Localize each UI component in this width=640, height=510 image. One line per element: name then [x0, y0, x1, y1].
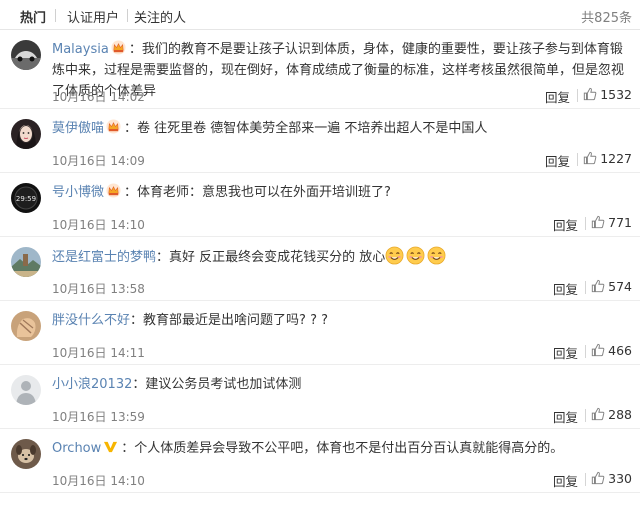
comment-text: 教育部最近是出啥问题了吗? ? ?: [143, 313, 328, 328]
action-divider: [585, 345, 586, 358]
comment-body: 小小浪20132：建议公务员考试也加试体测: [52, 374, 626, 395]
tab-divider: [55, 9, 56, 22]
like-count: 330: [608, 471, 632, 486]
smile-emoji-icon: [406, 246, 425, 265]
comment-text: 建议公务员考试也加试体测: [145, 377, 302, 392]
comment-timestamp: 10月16日 14:02: [52, 90, 145, 104]
thumbs-up-icon: [591, 471, 608, 486]
thumbs-up-icon: [583, 87, 600, 102]
comment-list: Malaysia ：我们的教育不是要让孩子认识到体质，身体，健康的重要性，要让孩子…: [0, 30, 640, 493]
comment-row: 29:59 号小博微 ：体育老师：意思我也可以在外面开培训班了? 10月16日 14:…: [0, 173, 640, 237]
reply-button[interactable]: 回复: [545, 87, 570, 106]
tab-following[interactable]: 关注的人: [134, 7, 186, 26]
like-count: 1227: [600, 151, 632, 166]
tab-hot[interactable]: 热门: [20, 7, 46, 26]
action-divider: [585, 409, 586, 422]
comment-total-count: 共825条: [581, 11, 632, 26]
username-link[interactable]: 号小博微: [52, 185, 104, 200]
username-link[interactable]: Malaysia: [52, 42, 109, 57]
like-button[interactable]: 771: [591, 215, 632, 230]
comment-tabs: 热门 认证用户 关注的人 共825条: [0, 0, 640, 30]
like-button[interactable]: 574: [591, 279, 632, 294]
reply-button[interactable]: 回复: [553, 279, 578, 298]
comment-body: 号小博微 ：体育老师：意思我也可以在外面开培训班了?: [52, 182, 626, 203]
comment-timestamp: 10月16日 14:11: [52, 346, 145, 360]
reply-button[interactable]: 回复: [553, 407, 578, 426]
like-count: 574: [608, 279, 632, 294]
name-separator: ：: [130, 313, 144, 328]
reply-button[interactable]: 回复: [545, 151, 570, 170]
thumbs-up-icon: [591, 279, 608, 294]
reply-button[interactable]: 回复: [553, 343, 578, 362]
name-separator: ：: [124, 185, 138, 200]
comment-row: 胖没什么不好：教育部最近是出啥问题了吗? ? ? 10月16日 14:11 回复 46…: [0, 301, 640, 365]
name-separator: ：: [124, 121, 138, 136]
comment-timestamp: 10月16日 13:59: [52, 410, 145, 424]
like-button[interactable]: 1227: [583, 151, 632, 166]
tab-verified-users[interactable]: 认证用户: [67, 7, 119, 26]
comment-text: 个人体质差异会导致不公平吧，体育也不是付出百分百认真就能得高分的。: [134, 441, 564, 456]
user-avatar[interactable]: 29:59: [11, 183, 41, 213]
comment-text: 体育老师：意思我也可以在外面开培训班了?: [137, 185, 391, 200]
action-divider: [585, 473, 586, 486]
action-divider: [577, 89, 578, 102]
like-count: 771: [608, 215, 632, 230]
reply-button[interactable]: 回复: [553, 215, 578, 234]
crown-icon: [106, 183, 121, 198]
smile-emoji-icon: [385, 246, 404, 265]
name-separator: ：: [156, 250, 170, 265]
comment-row: 还是红富士的梦鸭：真好 反正最终会变成花钱买分的 放心 10月16日 13:58 回…: [0, 237, 640, 301]
like-button[interactable]: 288: [591, 407, 632, 422]
like-button[interactable]: 1532: [583, 87, 632, 102]
username-link[interactable]: 还是红富士的梦鸭: [52, 250, 156, 265]
name-separator: ：: [121, 441, 135, 456]
comment-text: 真好 反正最终会变成花钱买分的 放心: [169, 250, 386, 265]
name-separator: ：: [128, 42, 142, 57]
svg-text:29:59: 29:59: [16, 195, 36, 203]
comment-text: 卷 往死里卷 德智体美劳全部来一遍 不培养出超人不是中国人: [137, 121, 488, 136]
thumbs-up-icon: [591, 407, 608, 422]
username-link[interactable]: 小小浪20132: [52, 377, 132, 392]
like-count: 466: [608, 343, 632, 358]
user-avatar[interactable]: [11, 40, 41, 70]
comment-body: 还是红富士的梦鸭：真好 反正最终会变成花钱买分的 放心: [52, 246, 626, 268]
comment-row: Orchow ：个人体质差异会导致不公平吧，体育也不是付出百分百认真就能得高分的。…: [0, 429, 640, 493]
comment-timestamp: 10月16日 13:58: [52, 282, 145, 296]
like-button[interactable]: 466: [591, 343, 632, 358]
user-avatar[interactable]: [11, 119, 41, 149]
comment-body: Orchow ：个人体质差异会导致不公平吧，体育也不是付出百分百认真就能得高分的。: [52, 438, 626, 459]
thumbs-up-icon: [591, 343, 608, 358]
action-divider: [585, 281, 586, 294]
user-avatar[interactable]: [11, 247, 41, 277]
comment-row: 莫伊傲喵 ：卷 往死里卷 德智体美劳全部来一遍 不培养出超人不是中国人 10月16日…: [0, 109, 640, 173]
username-link[interactable]: 胖没什么不好: [52, 313, 130, 328]
action-divider: [585, 217, 586, 230]
comment-timestamp: 10月16日 14:09: [52, 154, 145, 168]
user-avatar[interactable]: [11, 311, 41, 341]
crown-icon: [106, 119, 121, 134]
action-divider: [577, 153, 578, 166]
comment-body: 莫伊傲喵 ：卷 往死里卷 德智体美劳全部来一遍 不培养出超人不是中国人: [52, 118, 626, 139]
username-link[interactable]: Orchow: [52, 441, 101, 456]
like-count: 288: [608, 407, 632, 422]
comment-timestamp: 10月16日 14:10: [52, 474, 145, 488]
comment-row: Malaysia ：我们的教育不是要让孩子认识到体质，身体，健康的重要性，要让孩子…: [0, 30, 640, 109]
comment-timestamp: 10月16日 14:10: [52, 218, 145, 232]
comment-row: 小小浪20132：建议公务员考试也加试体测 10月16日 13:59 回复 288: [0, 365, 640, 429]
thumbs-up-icon: [583, 151, 600, 166]
username-link[interactable]: 莫伊傲喵: [52, 121, 104, 136]
comment-body: 胖没什么不好：教育部最近是出啥问题了吗? ? ?: [52, 310, 626, 331]
user-avatar[interactable]: [11, 375, 41, 405]
name-separator: ：: [132, 377, 146, 392]
smile-emoji-icon: [427, 246, 446, 265]
tab-divider: [127, 9, 128, 22]
crown-icon: [111, 40, 126, 55]
like-count: 1532: [600, 87, 632, 102]
user-avatar[interactable]: [11, 439, 41, 469]
vip-icon: [103, 439, 118, 454]
thumbs-up-icon: [591, 215, 608, 230]
like-button[interactable]: 330: [591, 471, 632, 486]
reply-button[interactable]: 回复: [553, 471, 578, 490]
